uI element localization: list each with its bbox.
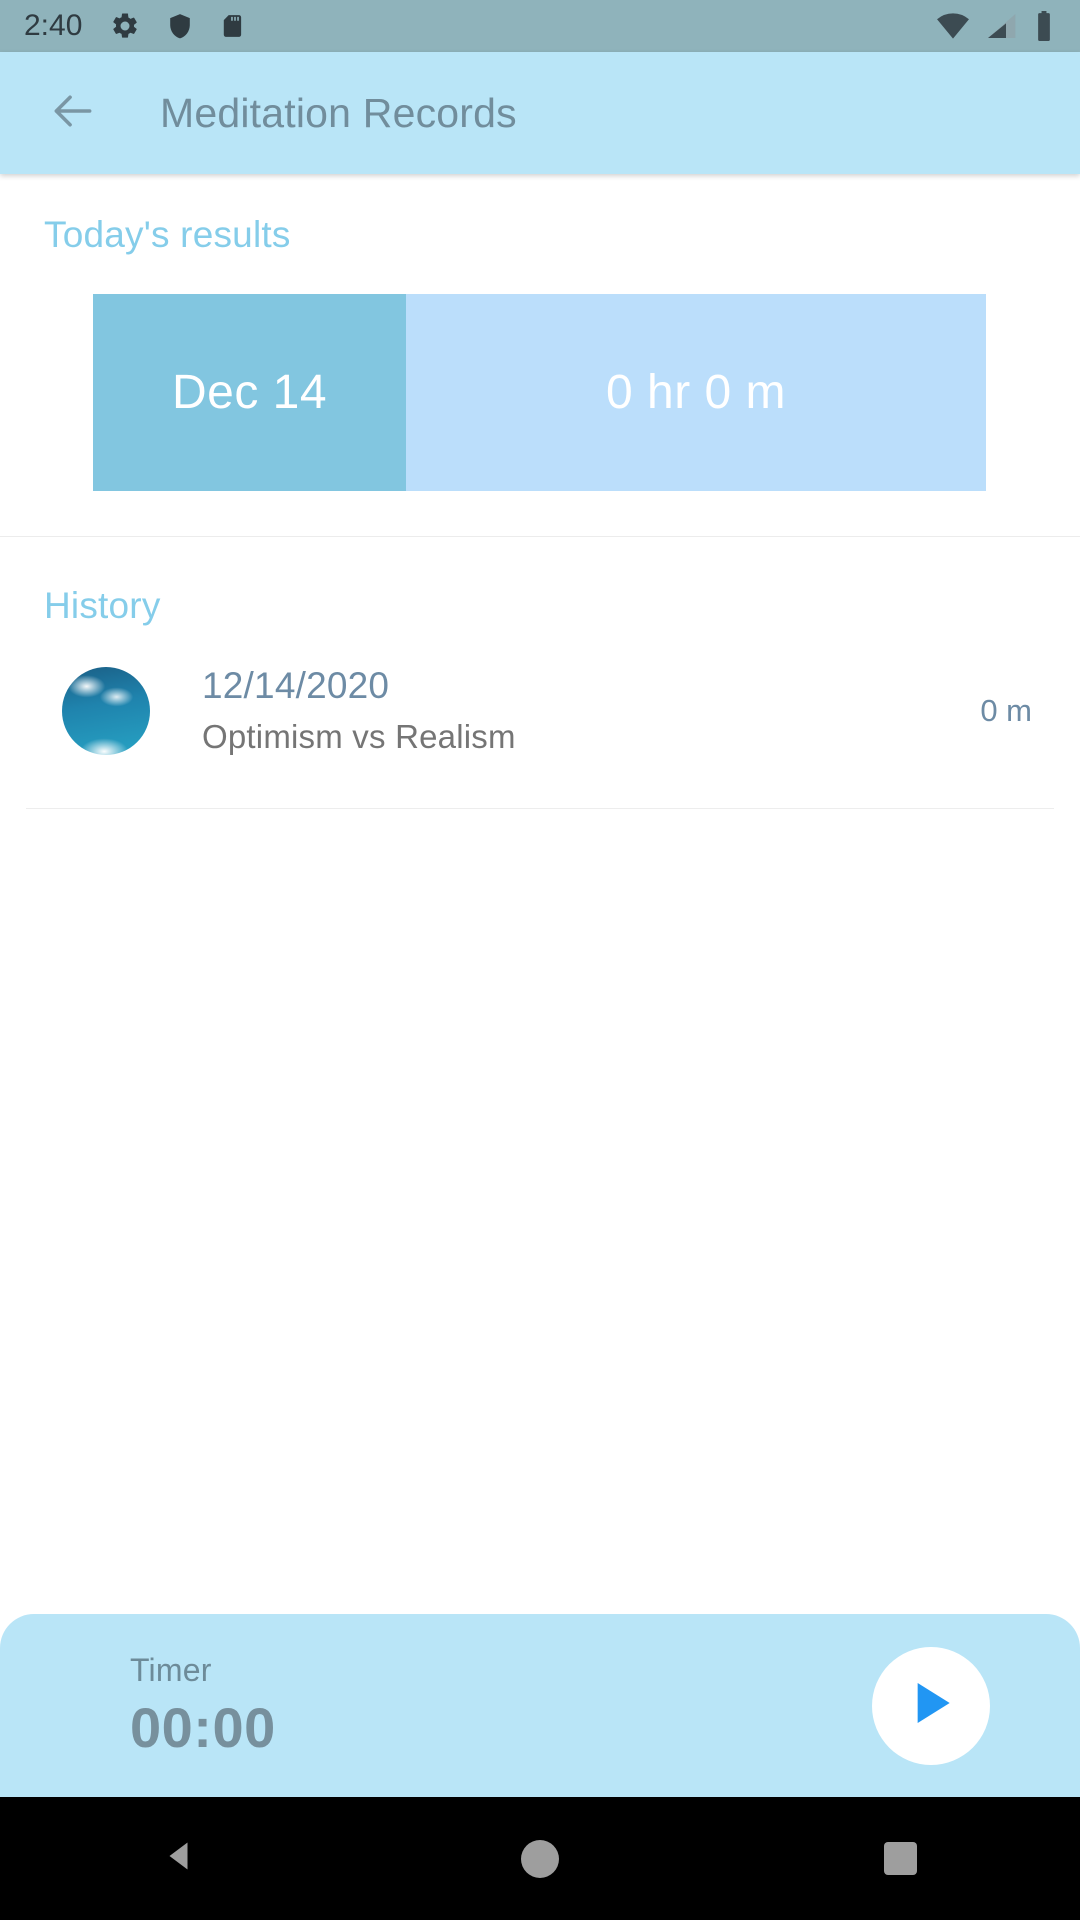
history-item-divider: [26, 808, 1054, 809]
arrow-left-icon: [48, 86, 98, 141]
gear-icon: [110, 11, 140, 41]
history-heading: History: [44, 585, 161, 626]
sd-card-icon: [220, 11, 246, 41]
todays-date-label: Dec 14: [171, 366, 328, 419]
timer-texts: Timer 00:00: [130, 1652, 276, 1760]
back-button[interactable]: [44, 84, 102, 142]
play-button[interactable]: [872, 1646, 990, 1765]
triangle-back-icon: [162, 1836, 198, 1881]
nav-back-button[interactable]: [120, 1797, 240, 1920]
todays-date-cell: Dec 14: [93, 294, 406, 491]
shield-icon: [166, 11, 194, 41]
status-left-icons: [110, 11, 246, 41]
sky-clouds-thumbnail: [62, 666, 150, 755]
timer-bar: Timer 00:00: [0, 1614, 1080, 1797]
status-right-icons: [936, 11, 1054, 41]
wifi-icon: [936, 12, 970, 40]
history-item-duration: 0 m: [980, 692, 1032, 728]
todays-duration-label: 0 hr 0 m: [605, 366, 787, 419]
status-clock: 2:40: [24, 9, 83, 42]
history-item-title: Optimism vs Realism: [202, 718, 516, 755]
todays-results-bar-wrap: Dec 14 0 hr 0 m: [0, 256, 1080, 491]
timer-label: Timer: [130, 1651, 212, 1688]
app-bar: Meditation Records: [0, 52, 1080, 174]
play-icon: [899, 1671, 963, 1740]
history-item-texts: 12/14/2020 Optimism vs Realism: [202, 665, 516, 756]
history-list-item[interactable]: 12/14/2020 Optimism vs Realism 0 m: [0, 627, 1080, 756]
system-navigation-bar: [0, 1797, 1080, 1920]
history-item-date: 12/14/2020: [202, 665, 390, 706]
cellular-signal-icon: [986, 12, 1018, 40]
circle-home-icon: [521, 1839, 559, 1878]
battery-icon: [1034, 11, 1054, 41]
todays-duration-cell: 0 hr 0 m: [406, 294, 986, 491]
timer-value: 00:00: [130, 1695, 276, 1759]
todays-results-bar: Dec 14 0 hr 0 m: [93, 294, 986, 491]
page-title: Meditation Records: [160, 89, 517, 136]
todays-results-heading: Today's results: [44, 214, 291, 255]
square-recents-icon: [883, 1842, 917, 1875]
status-bar: 2:40: [0, 0, 1080, 52]
nav-home-button[interactable]: [480, 1797, 600, 1920]
nav-recents-button[interactable]: [840, 1797, 960, 1920]
